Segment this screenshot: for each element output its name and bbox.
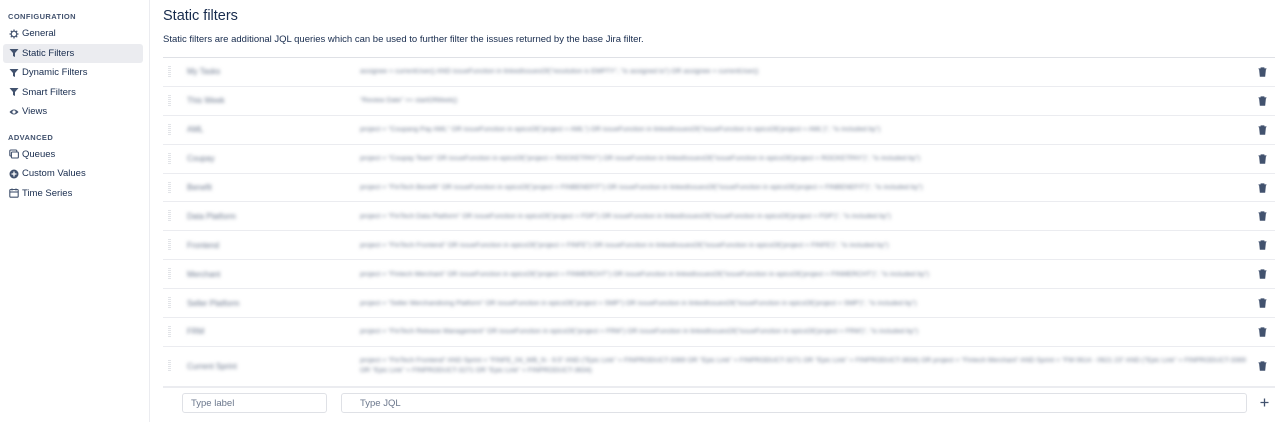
filter-label[interactable]: Benefit [187, 183, 347, 192]
trash-icon[interactable] [1257, 154, 1267, 164]
filter-label[interactable]: Merchant [187, 270, 347, 279]
filter-icon [9, 68, 19, 78]
filter-jql[interactable]: project = "FinTech Frontend" AND Sprint … [360, 356, 1250, 376]
configuration-section-title: CONFIGURATION [8, 12, 76, 21]
filter-row: Benefit project = "FinTech Benefit" OR i… [163, 174, 1275, 203]
filter-row: AML project = "Coupang Pay AML" OR issue… [163, 116, 1275, 145]
trash-icon[interactable] [1257, 211, 1267, 222]
drag-handle[interactable] [168, 181, 171, 194]
sidebar-item-label: Static Filters [22, 47, 75, 59]
sidebar-item-label: Dynamic Filters [22, 67, 88, 79]
drag-handle[interactable] [168, 360, 171, 373]
filter-label[interactable]: Frontend [187, 241, 347, 250]
add-filter-icon[interactable] [1259, 397, 1269, 407]
filter-jql[interactable]: project = "Coupay Team" OR issueFunction… [360, 155, 1250, 162]
filter-jql[interactable]: project = "Fintech Merchant" OR issueFun… [360, 271, 1250, 278]
sidebar-item-label: Time Series [22, 187, 73, 199]
filter-row: Merchant project = "Fintech Merchant" OR… [163, 260, 1275, 290]
new-jql-input[interactable] [341, 393, 1247, 413]
trash-icon[interactable] [1257, 96, 1267, 106]
trash-icon[interactable] [1257, 125, 1267, 135]
drag-handle[interactable] [168, 94, 171, 107]
filter-label[interactable]: Data Platform [187, 212, 347, 221]
trash-icon[interactable] [1257, 361, 1267, 372]
sidebar-item-time-series[interactable]: Time Series [3, 184, 143, 204]
trash-icon[interactable] [1257, 298, 1267, 308]
filter-row: Seller Platform project = "Seller Mercha… [163, 289, 1275, 319]
sidebar-item-queues[interactable]: Queues [3, 145, 143, 165]
sidebar-item-static-filters[interactable]: Static Filters [3, 43, 143, 63]
filter-row: Data Platform project = "FinTech Data Pl… [163, 202, 1275, 232]
drag-handle[interactable] [168, 123, 171, 136]
drag-handle[interactable] [168, 152, 171, 165]
filter-label[interactable]: My Tasks [187, 67, 347, 76]
sidebar-item-label: Views [22, 106, 48, 118]
filter-jql[interactable]: project = "Coupang Pay AML" OR issueFunc… [360, 126, 1250, 133]
filters-table: My Tasks assignee = currentUser() AND is… [163, 57, 1275, 387]
filter-label[interactable]: Current Sprint [187, 362, 347, 371]
sidebar-item-label: Custom Values [22, 168, 86, 180]
trash-icon[interactable] [1257, 67, 1267, 77]
filter-icon [9, 48, 19, 58]
drag-handle[interactable] [168, 65, 171, 78]
filter-row: Coupay project = "Coupay Team" OR issueF… [163, 145, 1275, 174]
sidebar-item-custom-values[interactable]: Custom Values [3, 164, 143, 184]
trash-icon[interactable] [1257, 182, 1267, 193]
sidebar-item-label: General [22, 28, 56, 40]
trash-icon[interactable] [1257, 240, 1267, 250]
trash-icon[interactable] [1257, 327, 1267, 337]
plus-circle-icon [9, 169, 19, 179]
filter-row: Current Sprint project = "FinTech Fronte… [163, 347, 1275, 387]
filter-jql[interactable]: project = "FinTech Frontend" OR issueFun… [360, 242, 1250, 249]
drag-handle[interactable] [168, 210, 171, 223]
filter-label[interactable]: AML [187, 125, 347, 134]
drag-handle[interactable] [168, 239, 171, 252]
new-filter-row [163, 387, 1275, 422]
filter-row: FRM project = "FinTech Release Managemen… [163, 318, 1275, 347]
filter-jql[interactable]: project = "FinTech Data Platform" OR iss… [360, 213, 1250, 220]
sidebar-item-views[interactable]: Views [3, 102, 143, 122]
filter-row: This Week "Review Date" >= startOfWeek() [163, 87, 1275, 116]
sidebar-item-dynamic-filters[interactable]: Dynamic Filters [3, 63, 143, 83]
gear-icon [9, 29, 19, 39]
filter-icon [9, 87, 19, 97]
filter-row: My Tasks assignee = currentUser() AND is… [163, 58, 1275, 87]
filter-label[interactable]: FRM [187, 327, 347, 336]
drag-handle[interactable] [168, 297, 171, 310]
filter-label[interactable]: This Week [187, 96, 347, 105]
drag-handle[interactable] [168, 325, 171, 338]
filter-jql[interactable]: "Review Date" >= startOfWeek() [360, 97, 1250, 104]
trash-icon[interactable] [1257, 269, 1267, 279]
page-description: Static filters are additional JQL querie… [163, 34, 644, 45]
queue-icon [9, 149, 19, 159]
drag-handle[interactable] [168, 268, 171, 281]
eye-icon [9, 107, 19, 117]
new-label-input[interactable] [182, 393, 327, 413]
filter-jql[interactable]: project = "FinTech Benefit" OR issueFunc… [360, 184, 1250, 191]
advanced-section-title: ADVANCED [8, 132, 54, 142]
sidebar-item-smart-filters[interactable]: Smart Filters [3, 83, 143, 103]
main-content: Static filters Static filters are additi… [163, 0, 1275, 422]
page-title: Static filters [163, 8, 238, 24]
calendar-icon [9, 188, 19, 198]
sidebar-item-label: Smart Filters [22, 86, 76, 98]
sidebar-item-general[interactable]: General [3, 24, 143, 44]
filter-jql[interactable]: project = "FinTech Release Management" O… [360, 328, 1250, 335]
filter-label[interactable]: Coupay [187, 154, 347, 163]
sidebar: CONFIGURATION General Static Filters Dyn… [0, 0, 150, 422]
filter-row: Frontend project = "FinTech Frontend" OR… [163, 231, 1275, 261]
filter-jql[interactable]: assignee = currentUser() AND issueFuncti… [360, 68, 1250, 75]
filter-label[interactable]: Seller Platform [187, 299, 347, 308]
filter-jql[interactable]: project = "Seller Merchandising Platform… [360, 300, 1250, 307]
sidebar-item-label: Queues [22, 148, 56, 160]
